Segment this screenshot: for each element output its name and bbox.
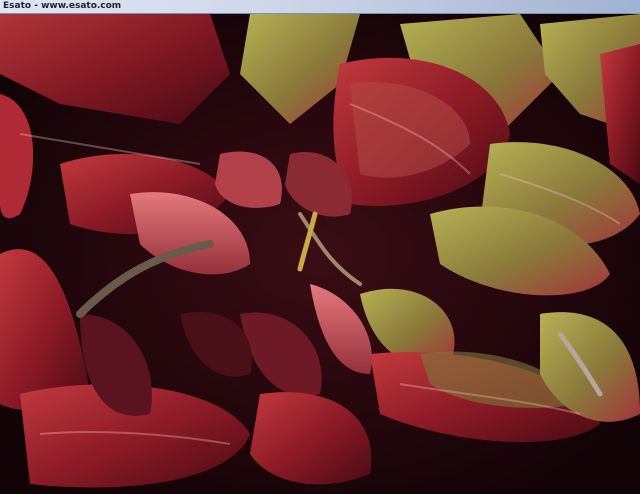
window-titlebar: Esato - www.esato.com — [0, 0, 640, 14]
window-title: Esato - www.esato.com — [3, 1, 122, 11]
leaves-photo — [0, 14, 640, 494]
